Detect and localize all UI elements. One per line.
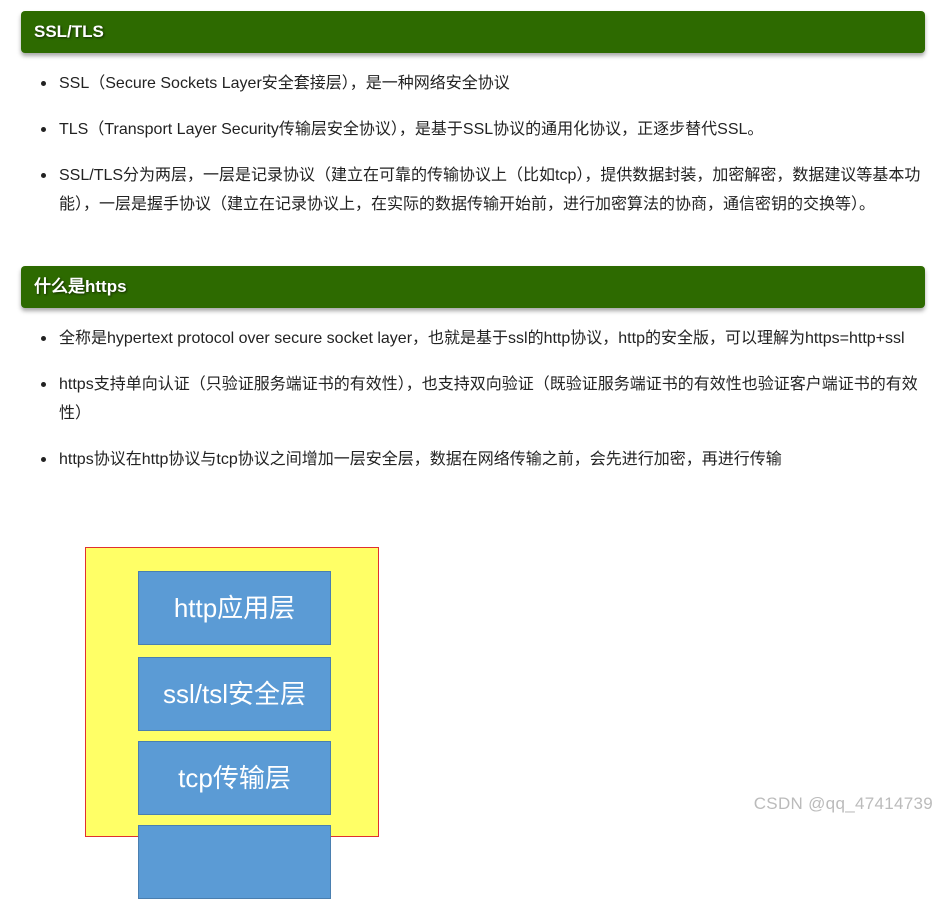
layer-http-application: http应用层 <box>138 571 331 645</box>
list-item: 全称是hypertext protocol over secure socket… <box>38 324 928 353</box>
layer-partial <box>138 825 331 899</box>
protocol-layer-diagram: http应用层 ssl/tsl安全层 tcp传输层 <box>85 547 379 899</box>
ssl-tls-list: SSL（Secure Sockets Layer安全套接层），是一种网络安全协议… <box>38 69 928 236</box>
list-item: https协议在http协议与tcp协议之间增加一层安全层，数据在网络传输之前，… <box>38 445 928 474</box>
watermark: CSDN @qq_47414739 <box>753 794 933 813</box>
list-item: SSL/TLS分为两层，一层是记录协议（建立在可靠的传输协议上（比如tcp），提… <box>38 161 928 219</box>
layer-ssl-tls-security: ssl/tsl安全层 <box>138 657 331 731</box>
layer-tcp-transport: tcp传输层 <box>138 741 331 815</box>
list-item: TLS（Transport Layer Security传输层安全协议），是基于… <box>38 115 928 144</box>
section-header-ssl-tls: SSL/TLS <box>21 11 925 53</box>
list-item: https支持单向认证（只验证服务端证书的有效性），也支持双向验证（既验证服务端… <box>38 370 928 428</box>
list-item: SSL（Secure Sockets Layer安全套接层），是一种网络安全协议 <box>38 69 928 98</box>
https-list: 全称是hypertext protocol over secure socket… <box>38 324 928 491</box>
section-header-what-is-https: 什么是https <box>21 266 925 308</box>
